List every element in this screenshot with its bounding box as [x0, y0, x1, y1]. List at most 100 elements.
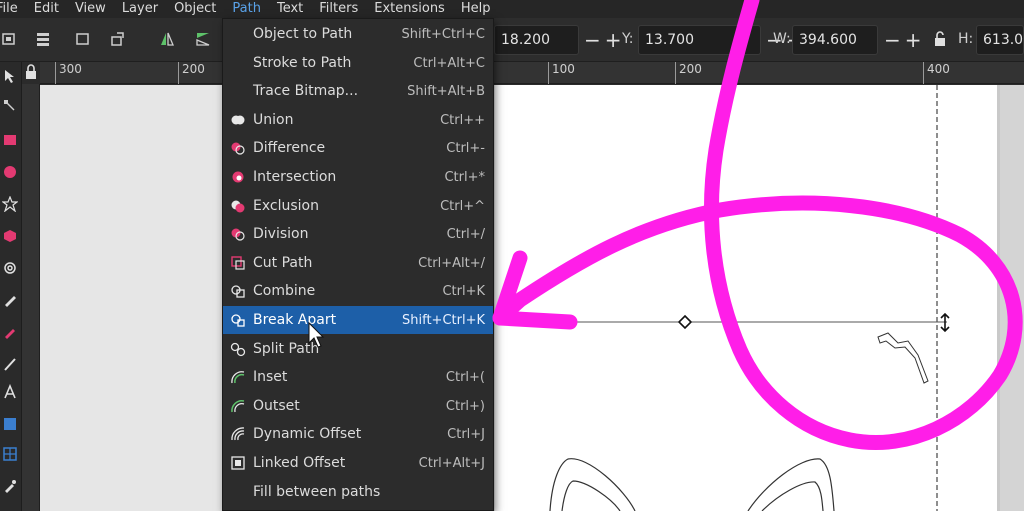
menu-item-label: Intersection	[253, 169, 337, 185]
select-all-layers-icon[interactable]	[34, 30, 52, 48]
menu-item-label: Difference	[253, 140, 326, 157]
dropper-tool-icon[interactable]	[2, 478, 18, 494]
ellipse-tool-icon[interactable]	[2, 164, 18, 180]
calligraphy-tool-icon[interactable]	[2, 356, 18, 372]
menu-item-label: Outset	[253, 397, 300, 414]
path-dropdown-menu: Object to Path Shift+Ctrl+C Stroke to Pa…	[222, 18, 494, 511]
x-coordinate-field[interactable]	[494, 25, 579, 55]
ruler-tick: 400	[923, 62, 950, 84]
height-field[interactable]	[976, 25, 1024, 55]
lock-ratio-icon[interactable]	[931, 30, 949, 48]
select-all-icon[interactable]	[0, 30, 18, 48]
menu-filters[interactable]: Filters	[311, 0, 366, 18]
menu-item-shortcut: Shift+Ctrl+C	[401, 27, 485, 42]
path-shape[interactable]	[877, 332, 929, 384]
spiral-tool-icon[interactable]	[2, 260, 18, 276]
ear-inner-right[interactable]	[761, 481, 824, 511]
menu-item-shortcut: Ctrl+)	[445, 398, 485, 414]
flip-horizontal-icon[interactable]	[158, 30, 176, 48]
3d-box-tool-icon[interactable]	[2, 228, 18, 244]
menu-item-shortcut: Ctrl+^	[440, 198, 485, 214]
menu-item-shortcut: Ctrl++	[440, 112, 485, 128]
node-tool-icon[interactable]	[2, 98, 18, 114]
linked-offset-icon	[231, 456, 245, 470]
break-apart-icon	[231, 314, 245, 327]
y-coordinate-field[interactable]	[638, 25, 761, 55]
menu-item-label: Stroke to Path	[253, 54, 352, 71]
menu-item-label: Fill between paths	[253, 483, 381, 500]
menu-item-shortcut: Ctrl+Alt+/	[418, 255, 485, 271]
ruler-tick: 300	[55, 62, 82, 84]
menu-edit[interactable]: Edit	[26, 0, 67, 18]
menu-item-label: Combine	[253, 283, 316, 300]
menu-view[interactable]: View	[67, 0, 114, 18]
ruler-tick: 200	[675, 62, 702, 84]
menu-extensions[interactable]: Extensions	[366, 0, 453, 18]
gradient-tool-icon[interactable]	[2, 416, 18, 432]
inset-icon	[231, 371, 245, 384]
menu-layer[interactable]: Layer	[114, 0, 166, 18]
menu-item-inset[interactable]: Inset Ctrl+(	[223, 363, 493, 391]
menu-item-shortcut: Ctrl+J	[447, 427, 485, 443]
outset-icon	[231, 399, 245, 412]
menu-item-object-to-path[interactable]: Object to Path Shift+Ctrl+C	[223, 20, 493, 48]
flip-vertical-icon[interactable]	[194, 30, 212, 48]
menu-item-intersection[interactable]: Intersection Ctrl+*	[223, 163, 493, 191]
text-tool-icon[interactable]	[2, 384, 18, 400]
rotate-ccw-icon[interactable]	[108, 30, 126, 48]
menu-item-combine[interactable]: Combine Ctrl+K	[223, 277, 493, 305]
menu-item-cut-path[interactable]: Cut Path Ctrl+Alt+/	[223, 249, 493, 277]
menu-item-shortcut: Ctrl+-	[446, 141, 485, 157]
menu-item-shortcut: Ctrl+/	[446, 227, 485, 243]
menu-item-label: Trace Bitmap...	[253, 83, 359, 100]
pencil-tool-icon[interactable]	[2, 324, 18, 340]
rectangle-tool-icon[interactable]	[2, 132, 18, 148]
menu-item-difference[interactable]: Difference Ctrl+-	[223, 134, 493, 162]
menu-item-shortcut: Ctrl+(	[445, 370, 485, 386]
menu-item-shortcut: Ctrl+Alt+J	[418, 456, 485, 471]
menu-item-fill-between-paths[interactable]: Fill between paths	[223, 478, 493, 506]
ear-outline-right[interactable]	[747, 458, 835, 511]
menu-help[interactable]: Help	[453, 0, 499, 18]
rotation-center-handle[interactable]	[677, 314, 693, 330]
intersection-icon	[232, 171, 244, 183]
menu-item-split-path[interactable]: Split Path	[223, 335, 493, 363]
menu-item-shortcut: Ctrl+Alt+C	[413, 55, 485, 71]
union-icon	[231, 115, 245, 125]
menu-text[interactable]: Text	[269, 0, 311, 18]
menu-item-union[interactable]: Union Ctrl++	[223, 106, 493, 134]
drawing-canvas[interactable]	[40, 85, 1024, 511]
menu-item-shortcut: Ctrl+K	[442, 284, 485, 300]
mesh-tool-icon[interactable]	[2, 446, 18, 462]
menu-item-trace-bitmap[interactable]: Trace Bitmap... Shift+Alt+B	[223, 77, 493, 105]
menu-file[interactable]: File	[0, 0, 26, 18]
dynamic-offset-icon	[231, 427, 245, 441]
menu-object[interactable]: Object	[166, 0, 224, 18]
guide-lock-icon[interactable]	[24, 64, 38, 80]
menu-item-linked-offset[interactable]: Linked Offset Ctrl+Alt+J	[223, 449, 493, 477]
width-stepper[interactable]: −+	[884, 28, 926, 52]
star-tool-icon[interactable]	[2, 196, 18, 212]
menu-item-dynamic-offset[interactable]: Dynamic Offset Ctrl+J	[223, 420, 493, 448]
menu-item-stroke-to-path[interactable]: Stroke to Path Ctrl+Alt+C	[223, 49, 493, 77]
menu-item-division[interactable]: Division Ctrl+/	[223, 220, 493, 248]
deselect-icon[interactable]	[74, 30, 92, 48]
cut-path-icon	[231, 256, 245, 270]
ear-inner-left[interactable]	[561, 480, 621, 511]
exclusion-icon	[231, 200, 245, 213]
x-stepper[interactable]: −+	[584, 28, 626, 52]
menu-item-exclusion[interactable]: Exclusion Ctrl+^	[223, 192, 493, 220]
width-field[interactable]	[792, 25, 878, 55]
selector-tool-icon[interactable]	[2, 68, 18, 84]
vertical-ruler	[22, 84, 40, 511]
pen-tool-icon[interactable]	[2, 292, 18, 308]
menu-item-outset[interactable]: Outset Ctrl+)	[223, 392, 493, 420]
menu-item-label: Dynamic Offset	[253, 426, 362, 443]
combine-icon	[231, 285, 245, 299]
w-label: W:	[773, 31, 791, 47]
menu-path[interactable]: Path	[224, 0, 269, 19]
menu-item-shortcut: Shift+Alt+B	[407, 84, 485, 100]
scale-handle[interactable]	[940, 312, 950, 333]
menu-item-break-apart[interactable]: Break Apart Shift+Ctrl+K	[223, 306, 493, 334]
ruler-tick: 200	[178, 62, 205, 84]
